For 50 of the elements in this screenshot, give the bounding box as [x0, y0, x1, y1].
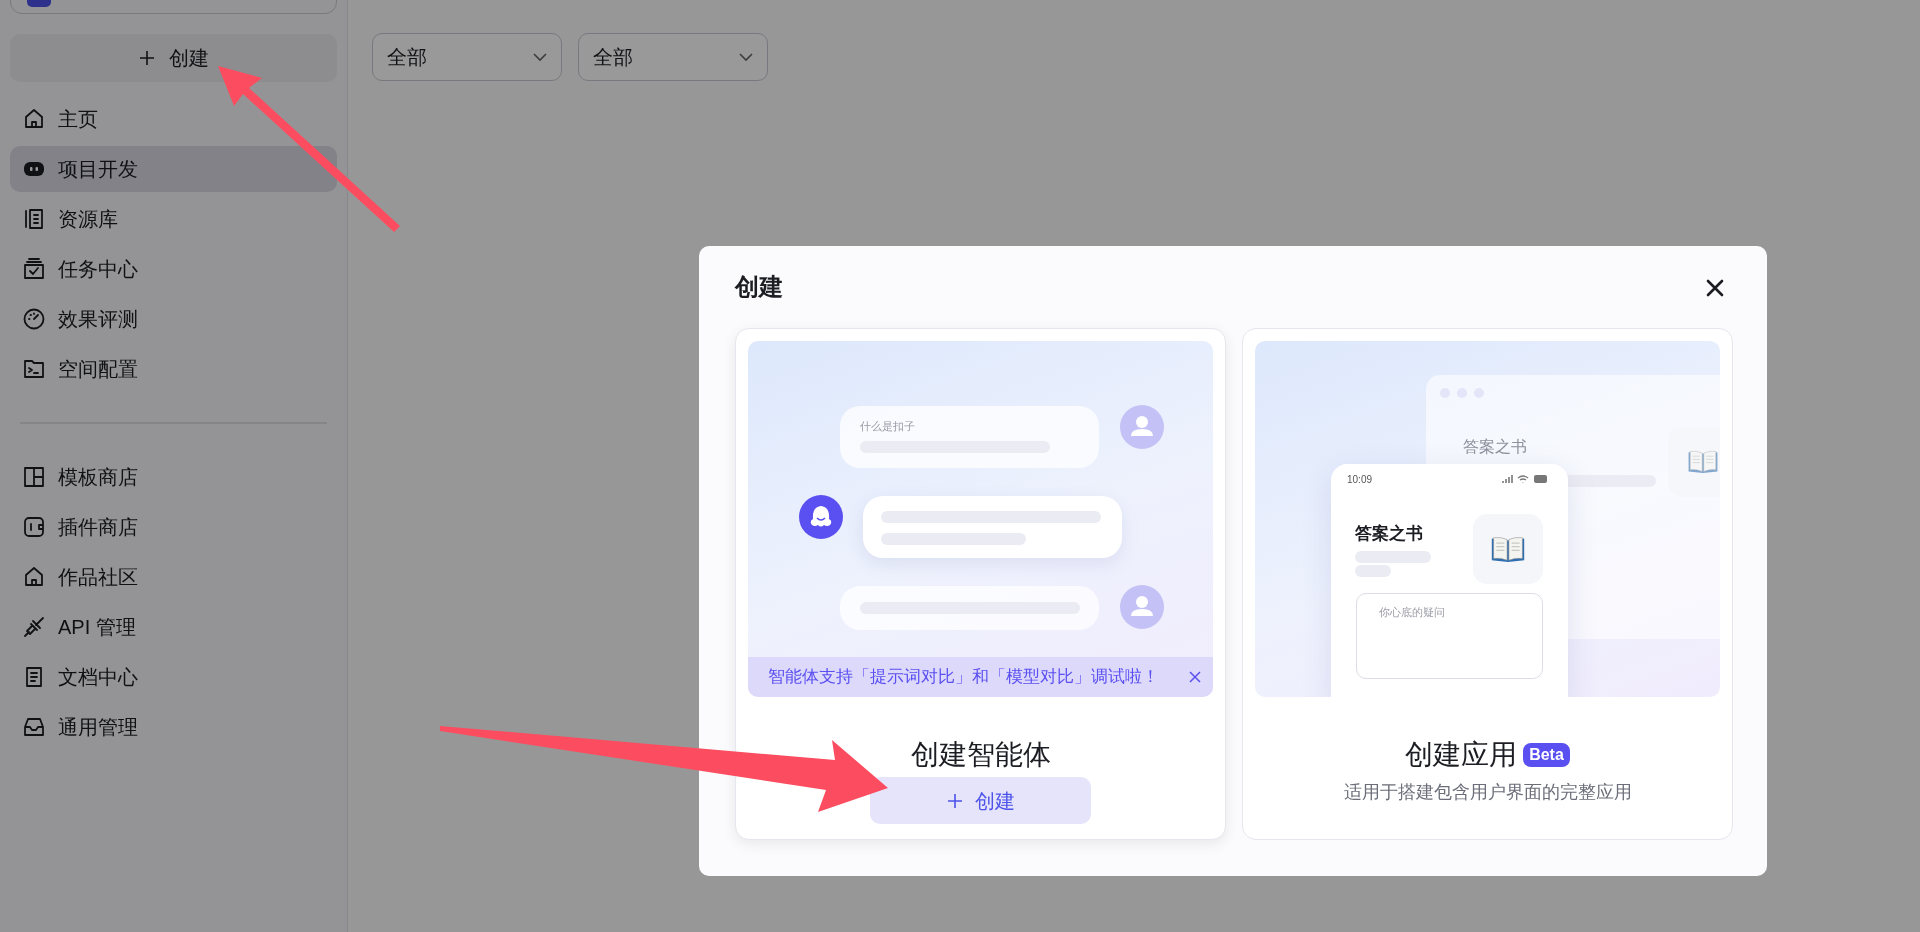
chevron-down-icon [739, 52, 753, 62]
sidebar-item[interactable]: 模板商店 [10, 454, 337, 500]
gauge-icon [22, 307, 46, 331]
window-title: 答案之书 [1463, 437, 1527, 457]
sidebar-item[interactable]: 作品社区 [10, 554, 337, 600]
sidebar-item[interactable]: 资源库 [10, 196, 337, 242]
plug-link-icon [22, 615, 46, 639]
card-description: 适用于搭建包含用户界面的完整应用 [1343, 781, 1632, 804]
checklist-box-icon [22, 257, 46, 281]
sidebar-item[interactable]: 插件商店 [10, 504, 337, 550]
user-avatar-icon [1120, 585, 1164, 629]
ghost-avatar-icon [799, 495, 843, 539]
card-title: 创建智能体 [910, 738, 1051, 772]
create-button[interactable]: 创建 [10, 34, 337, 82]
user-avatar-icon [1120, 405, 1164, 449]
plus-icon [138, 50, 155, 66]
terminal-folder-icon [22, 357, 46, 381]
card-title: 创建应用 [1405, 738, 1518, 772]
option-card[interactable]: 答案之书 10:09 答案之书 你心底的疑问 创建应用 Beta 适用于搭建包含用户界面的完整应用 [1242, 328, 1733, 840]
filter-dropdown[interactable]: 全部 [372, 33, 562, 81]
plug-icon [22, 515, 46, 539]
filter-dropdown[interactable]: 全部 [578, 33, 768, 81]
status-time: 10:09 [1347, 473, 1373, 487]
create-agent-button[interactable]: 创建 [870, 777, 1091, 824]
chevron-down-icon [533, 52, 547, 62]
app-title: 答案之书 [1355, 523, 1423, 545]
house-icon [22, 565, 46, 589]
dialog-title: 创建 [735, 272, 783, 302]
document-list-icon [22, 207, 46, 231]
sidebar-item[interactable]: 通用管理 [10, 704, 337, 750]
option-card[interactable]: 什么是扣子 智能体支持「提示词对比」和「模型对比」调试啦！ 创建智能体 创建 [735, 328, 1226, 840]
house-icon [22, 107, 46, 131]
sidebar-item[interactable]: 主页 [10, 96, 337, 142]
inbox-icon [22, 715, 46, 739]
question-input: 你心底的疑问 [1356, 593, 1543, 679]
bubble-text: 什么是扣子 [860, 419, 915, 434]
sidebar-item[interactable]: 文档中心 [10, 654, 337, 700]
notice-text: 智能体支持「提示词对比」和「模型对比」调试啦！ [768, 666, 1159, 689]
beta-badge: Beta [1523, 743, 1570, 767]
layout-icon [22, 465, 46, 489]
sidebar-item[interactable]: 项目开发 [10, 146, 337, 192]
sidebar-item[interactable]: 任务中心 [10, 246, 337, 292]
sidebar-item[interactable]: 空间配置 [10, 346, 337, 392]
plus-icon [946, 792, 963, 809]
sidebar-item[interactable]: API 管理 [10, 604, 337, 650]
book-icon [1687, 449, 1719, 475]
sidebar-item[interactable]: 效果评测 [10, 296, 337, 342]
status-bar-icon [1501, 474, 1548, 484]
book-icon [1490, 534, 1526, 564]
close-icon[interactable] [1189, 671, 1201, 683]
